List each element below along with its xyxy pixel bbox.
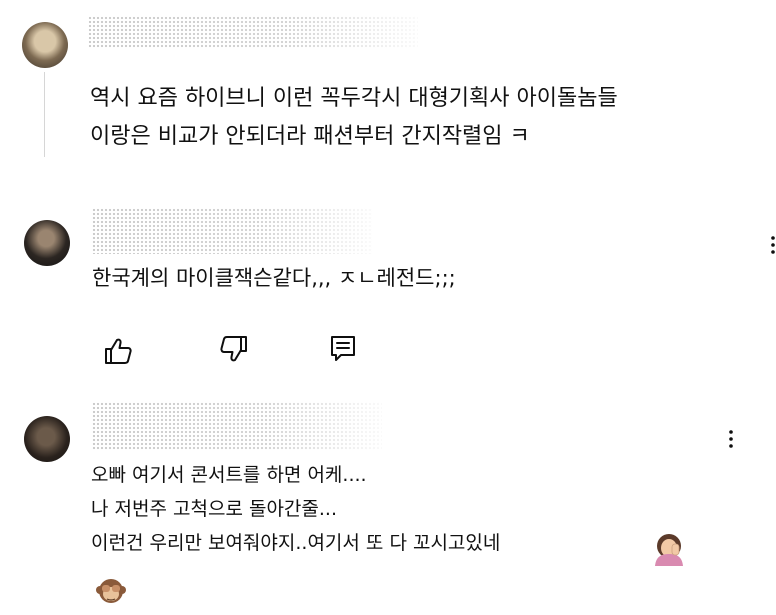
- avatar[interactable]: [22, 22, 68, 68]
- username-blurred[interactable]: [88, 16, 418, 48]
- comment-line: 이랑은 비교가 안되더라 패션부터 간지작렬임 ㅋ: [90, 124, 530, 149]
- more-vertical-icon[interactable]: [768, 234, 776, 256]
- avatar[interactable]: [24, 416, 70, 462]
- avatar[interactable]: [24, 220, 70, 266]
- username-blurred[interactable]: [92, 208, 372, 254]
- comment-line: 오빠 여기서 콘서트를 하면 어케....: [91, 464, 367, 486]
- more-vertical-icon[interactable]: [726, 428, 736, 450]
- comment-line: 역시 요즘 하이브니 이런 꼭두각시 대형기획사 아이돌놈들: [90, 86, 618, 111]
- comment-text: 한국계의 마이클잭슨같다,,, ㅈㄴ레전드;;;: [92, 263, 456, 293]
- thumbs-down-icon[interactable]: [219, 334, 249, 364]
- thumbs-up-icon[interactable]: [103, 336, 133, 366]
- comment-text: 역시 요즘 하이브니 이런 꼭두각시 대형기획사 아이돌놈들이랑은 비교가 안되…: [90, 80, 618, 156]
- comment-text: 오빠 여기서 콘서트를 하면 어케.... 나 저번주 고척으로 돌아간줄... 이…: [91, 458, 500, 560]
- comment-line: 이런건 우리만 보여줘야지..여기서 또 다 꼬시고있네: [91, 532, 501, 554]
- see-no-evil-monkey-emoji-icon: [96, 576, 126, 606]
- username-blurred[interactable]: [92, 402, 382, 450]
- reply-icon[interactable]: [328, 334, 358, 364]
- comment-line: 나 저번주 고척으로 돌아간줄...: [91, 498, 337, 520]
- comment-line: 한국계의 마이클잭슨같다,,, ㅈㄴ레전드;;;: [92, 266, 456, 290]
- woman-facepalming-emoji-icon: [652, 532, 686, 566]
- thread-line: [44, 72, 45, 157]
